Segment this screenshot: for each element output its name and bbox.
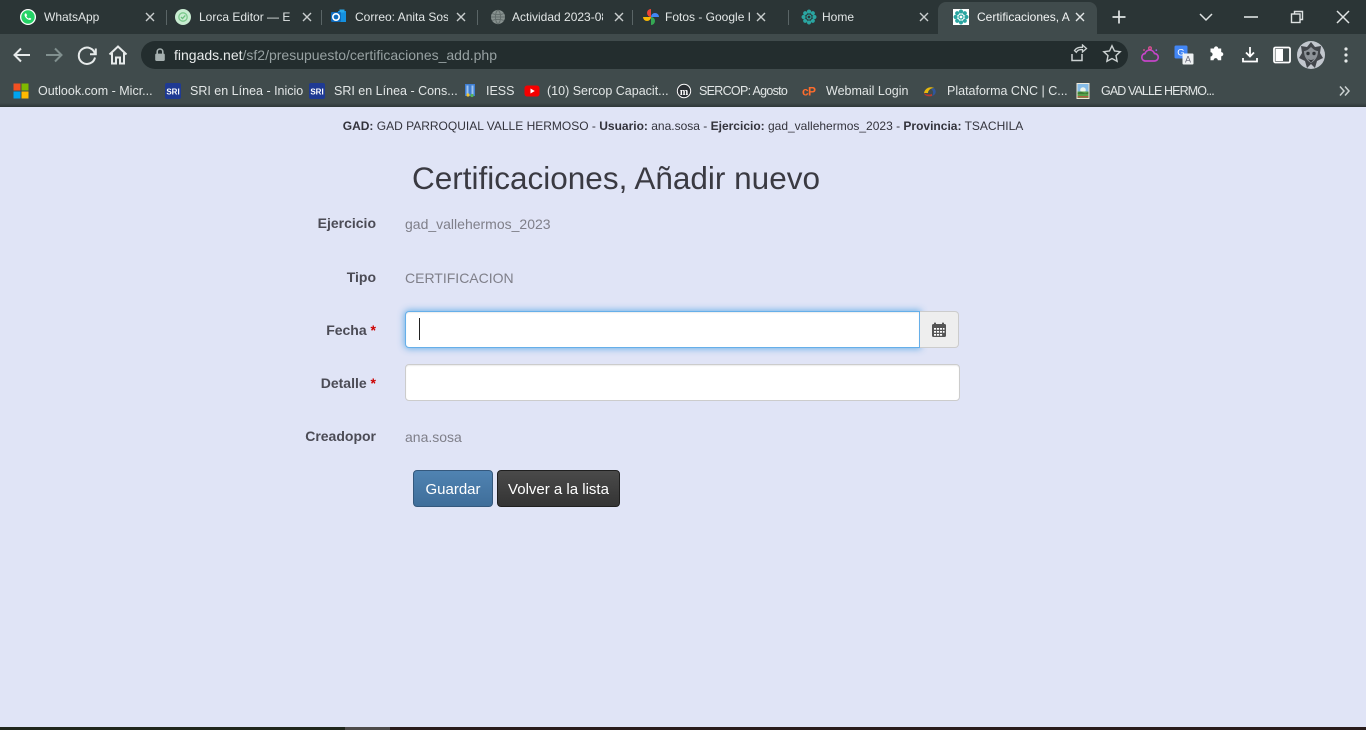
svg-text:A: A [1185,54,1191,64]
svg-text:m: m [680,87,689,98]
svg-text:SRI: SRI [166,88,179,97]
svg-text:SRI: SRI [310,88,323,97]
svg-text:P: P [808,85,816,99]
